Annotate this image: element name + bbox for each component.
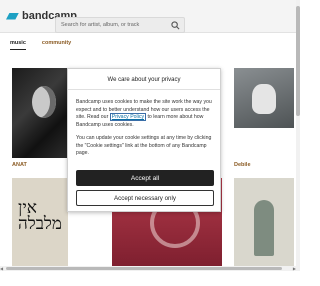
dialog-paragraph-2: You can update your cookie settings at a…	[76, 135, 212, 156]
search-input[interactable]: Search for artist, album, or track	[55, 17, 185, 33]
portrait-image	[32, 86, 56, 118]
search-placeholder: Search for artist, album, or track	[61, 22, 140, 28]
dialog-title: We care about your privacy	[107, 77, 181, 83]
tab-community[interactable]: community	[42, 40, 71, 50]
dialog-paragraph-1: Bandcamp uses cookies to make the site w…	[76, 99, 216, 129]
cover-art-figure	[254, 200, 274, 256]
scroll-left-icon[interactable]: ◀	[0, 266, 3, 271]
privacy-policy-link[interactable]: Privacy Policy	[109, 113, 147, 121]
bandcamp-logo-icon	[6, 12, 19, 20]
album-cover-figure[interactable]	[234, 178, 294, 270]
album-cover-debile[interactable]	[234, 68, 294, 128]
section-tabs: music community	[10, 40, 71, 50]
album-cover-hebrew[interactable]: אין מלבלה	[12, 178, 68, 270]
album-caption-debile[interactable]: Debile	[234, 162, 251, 168]
album-caption-anat[interactable]: ANAT	[12, 162, 27, 168]
dialog-divider	[68, 89, 220, 90]
accept-all-button[interactable]: Accept all	[76, 170, 214, 186]
vertical-scroll-thumb[interactable]	[296, 6, 300, 116]
horizontal-scroll-thumb[interactable]	[6, 267, 282, 270]
cookie-consent-dialog: We care about your privacy Bandcamp uses…	[67, 68, 221, 212]
album-cover-anat[interactable]	[12, 68, 68, 158]
search-icon[interactable]	[171, 21, 180, 30]
cover-glyph-text: אין מלבלה	[18, 198, 62, 234]
cover-art-shape	[252, 84, 276, 114]
vertical-scrollbar[interactable]	[296, 0, 300, 268]
dialog-body: Bandcamp uses cookies to make the site w…	[76, 99, 216, 164]
horizontal-scrollbar[interactable]: ◀ ▶	[0, 266, 300, 271]
tab-music[interactable]: music	[10, 40, 26, 50]
accept-necessary-button[interactable]: Accept necessary only	[76, 190, 214, 206]
scroll-right-icon[interactable]: ▶	[293, 266, 296, 271]
top-bar: bandcamp Search for artist, album, or tr…	[0, 0, 300, 33]
